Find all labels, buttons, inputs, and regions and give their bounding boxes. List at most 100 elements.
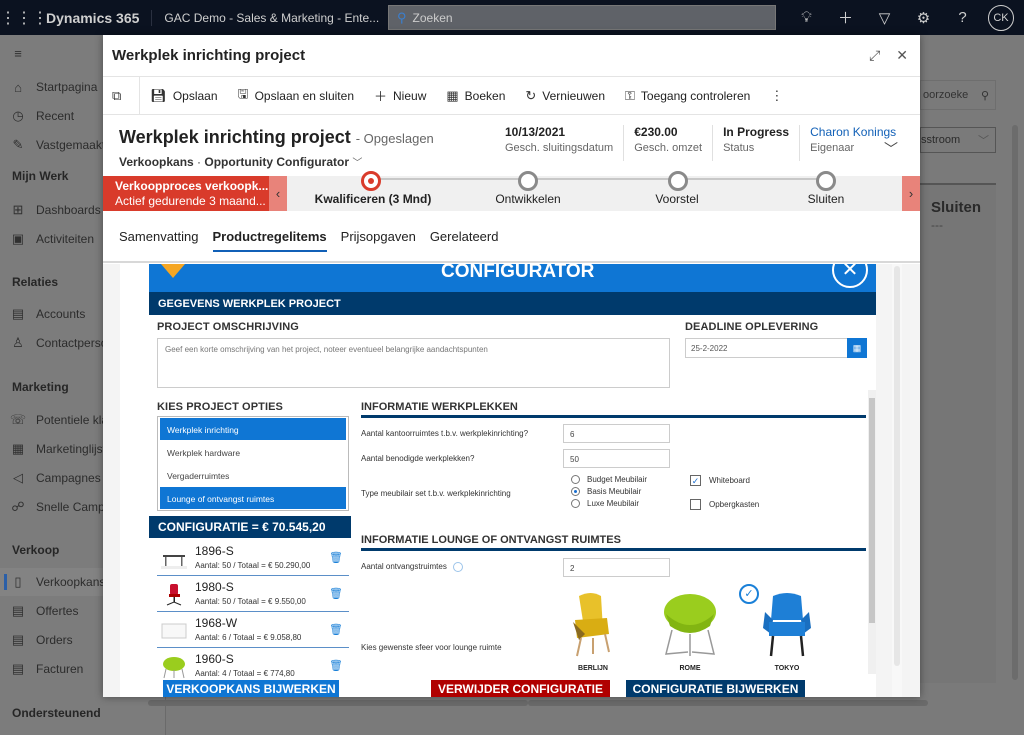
business-process-flow: Verkoopproces verkoopk... Actief geduren… <box>103 171 920 211</box>
process-flyout[interactable]: Verkoopproces verkoopk... Actief geduren… <box>103 176 269 211</box>
plus-icon[interactable]: ＋ <box>826 7 865 28</box>
office-chair-thumbnail <box>166 584 182 606</box>
sidebar-item-label: Accounts <box>36 307 86 321</box>
global-search-input[interactable]: ⚲ Zoeken <box>388 5 776 30</box>
form-selector[interactable]: Opportunity Configurator <box>204 155 349 169</box>
checkmark-icon[interactable]: ✓ <box>690 475 701 486</box>
radio-button[interactable] <box>571 499 580 508</box>
book-button[interactable]: ▦ Boeken <box>436 77 515 115</box>
group-marketing: Marketing <box>12 380 69 394</box>
radio-basis[interactable]: Basis Meubilair <box>571 487 641 496</box>
workplaces-input[interactable]: 50 <box>563 449 670 468</box>
app-name[interactable]: GAC Demo - Sales & Marketing - Ente... <box>152 11 382 25</box>
expand-icon[interactable]: ⤢ <box>869 47 880 64</box>
chevron-down-icon[interactable]: ﹀ <box>352 158 362 169</box>
previous-stage-button[interactable]: ‹ <box>269 176 287 211</box>
radio-budget[interactable]: Budget Meubilair <box>571 475 647 484</box>
order-icon: ▤ <box>11 632 25 647</box>
office-rooms-input[interactable]: 6 <box>563 424 670 443</box>
trash-icon[interactable]: 🗑︎ <box>329 623 343 636</box>
refresh-button[interactable]: ↻ Vernieuwen <box>515 77 615 115</box>
invoice-icon: ▤ <box>11 661 25 676</box>
group-relaties: Relaties <box>12 275 59 289</box>
line-item-code: 1896-S <box>195 544 234 558</box>
command-bar: ⧉ 💾︎ Opslaan 🖫︎ Opslaan en sluiten ＋ Nieuw … <box>103 76 920 115</box>
option-lounge[interactable]: Lounge of ontvangst ruimtes <box>160 487 346 509</box>
scrollbar-thumb[interactable] <box>869 398 875 623</box>
configuration-total: CONFIGURATIE = € 70.545,20 <box>149 516 351 538</box>
avatar[interactable]: CK <box>988 4 1014 31</box>
calendar-icon: ▦ <box>446 87 459 103</box>
app-launcher-icon[interactable]: ⋮⋮⋮ <box>0 8 48 28</box>
inner-scrollbar[interactable] <box>868 390 876 674</box>
chair-berlijn[interactable] <box>563 590 623 660</box>
stage-node-kwalificeren[interactable] <box>361 171 381 191</box>
new-button[interactable]: ＋ Nieuw <box>364 77 436 115</box>
trash-icon[interactable]: 🗑︎ <box>329 551 343 564</box>
next-stage-button[interactable]: › <box>902 176 920 211</box>
chair-rome[interactable] <box>660 590 720 660</box>
lounge-rooms-input[interactable]: 2 <box>563 558 670 577</box>
lightbulb-icon[interactable]: 💡︎ <box>787 9 826 26</box>
help-icon[interactable]: ? <box>943 9 982 26</box>
tab-productregelitems[interactable]: Productregelitems <box>212 223 327 252</box>
stage-node-sluiten[interactable] <box>816 171 836 191</box>
option-werkplek-hardware[interactable]: Werkplek hardware <box>160 441 346 463</box>
tab-prijsopgaven[interactable]: Prijsopgaven <box>341 223 416 250</box>
update-configuration-button[interactable]: CONFIGURATIE BIJWERKEN <box>626 680 805 697</box>
owner-link[interactable]: Charon Konings <box>810 125 896 139</box>
save-button[interactable]: 💾︎ Opslaan <box>140 77 227 115</box>
stage-label[interactable]: Kwalificeren (3 Mnd) <box>315 192 432 206</box>
tab-samenvatting[interactable]: Samenvatting <box>119 223 199 250</box>
scrollbar-thumb[interactable] <box>894 266 900 666</box>
quick-campaign-icon: ☍ <box>11 499 25 514</box>
calendar-icon[interactable]: ▦ <box>847 338 867 358</box>
whiteboard-thumbnail <box>161 623 187 639</box>
record-header: Werkplek inrichting project - Opgeslagen… <box>103 115 920 175</box>
update-opportunity-button[interactable]: VERKOOPKANS BIJWERKEN <box>163 680 339 697</box>
status-value: In Progress <box>723 125 790 139</box>
stage-node-ontwikkelen[interactable] <box>518 171 538 191</box>
section-header: GEGEVENS WERKPLEK PROJECT <box>149 292 876 315</box>
radio-luxe[interactable]: Luxe Meubilair <box>571 499 639 508</box>
background-hscrollbar-2 <box>528 700 928 706</box>
selected-check-icon: ✓ <box>739 584 759 604</box>
deadline-date-input[interactable]: 25-2-2022 ▦ <box>685 338 867 358</box>
project-description-input[interactable]: Geef een korte omschrijving van het proj… <box>157 338 670 388</box>
content-scrollbar[interactable] <box>892 264 902 697</box>
stage-label[interactable]: Ontwikkelen <box>495 192 560 206</box>
close-configurator-icon[interactable]: ✕ <box>832 264 868 288</box>
tab-gerelateerd[interactable]: Gerelateerd <box>430 223 499 250</box>
radio-label: Luxe Meubilair <box>587 499 640 508</box>
stage-label[interactable]: Voorstel <box>655 192 698 206</box>
radio-button[interactable] <box>571 475 580 484</box>
delete-configuration-button[interactable]: VERWIJDER CONFIGURATIE <box>431 680 610 697</box>
expand-header-chevron-icon[interactable]: ﹀ <box>884 139 898 159</box>
close-icon[interactable]: ✕ <box>896 47 908 64</box>
checkbox-opbergkasten[interactable]: Opbergkasten <box>690 499 759 510</box>
option-vergaderruimtes[interactable]: Vergaderruimtes <box>160 464 346 486</box>
header-field-revenue: €230.00 Gesch. omzet <box>623 125 712 161</box>
gear-icon[interactable]: ⚙ <box>904 9 943 27</box>
chair-label: ROME <box>679 665 701 672</box>
workplaces-label: Aantal benodigde werkplekken? <box>361 454 475 463</box>
check-access-button[interactable]: ⚿ Toegang controleren <box>615 77 760 115</box>
filter-icon[interactable]: ▽ <box>865 9 904 27</box>
chair-tokyo[interactable] <box>757 590 817 660</box>
more-commands-button[interactable]: ⋮ <box>760 77 799 115</box>
brand-name[interactable]: Dynamics 365 <box>38 9 153 26</box>
trash-icon[interactable]: 🗑︎ <box>329 659 343 672</box>
checkbox-whiteboard[interactable]: ✓ Whiteboard <box>690 475 750 486</box>
book-label: Boeken <box>464 88 506 103</box>
option-werkplek-inrichting[interactable]: Werkplek inrichting <box>160 418 346 440</box>
open-in-new-window-button[interactable]: ⧉ <box>103 76 141 115</box>
save-label: Opslaan <box>172 88 218 103</box>
stage-label[interactable]: Sluiten <box>808 192 845 206</box>
save-and-close-button[interactable]: 🖫︎ Opslaan en sluiten <box>228 77 364 115</box>
stage-node-voorstel[interactable] <box>668 171 688 191</box>
checkbox-empty[interactable] <box>690 499 701 510</box>
radio-button[interactable] <box>571 487 580 496</box>
info-icon[interactable] <box>452 562 463 572</box>
form-tabs: Samenvatting Productregelitems Prijsopga… <box>103 211 920 263</box>
trash-icon[interactable]: 🗑︎ <box>329 587 343 600</box>
